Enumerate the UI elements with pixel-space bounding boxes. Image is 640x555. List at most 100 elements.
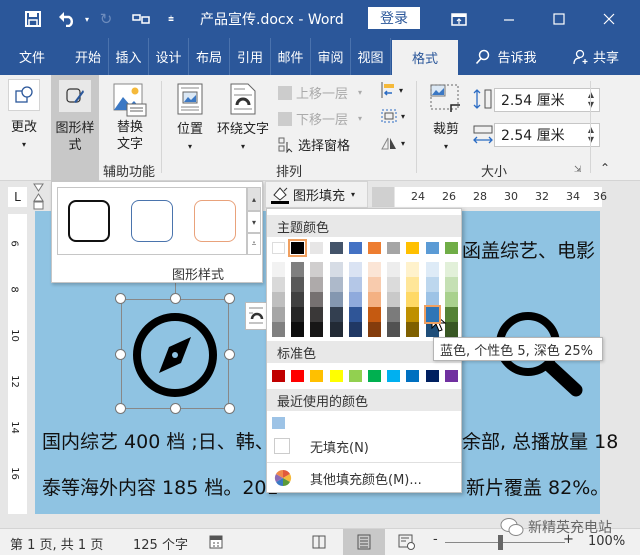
shape-fill-button[interactable]: 图形填充 ▾: [265, 181, 368, 208]
standard-color-swatch[interactable]: [272, 370, 285, 382]
theme-tint-swatch[interactable]: [425, 277, 439, 292]
theme-tint-swatch[interactable]: [348, 322, 362, 337]
zoom-out-button[interactable]: -: [433, 532, 438, 547]
touch-mode-icon[interactable]: [130, 8, 152, 30]
gallery-expand[interactable]: ⩡: [247, 233, 261, 255]
theme-tint-swatch[interactable]: [291, 307, 305, 322]
tab-review[interactable]: 审阅: [311, 38, 351, 75]
theme-tint-swatch[interactable]: [368, 262, 381, 277]
theme-tint-swatch[interactable]: [329, 292, 343, 307]
layout-options-button[interactable]: [245, 302, 267, 330]
shape-style-black-outline[interactable]: [68, 200, 110, 242]
theme-tint-swatch[interactable]: [310, 307, 324, 322]
standard-color-swatch[interactable]: [406, 370, 420, 382]
theme-tint-swatch[interactable]: [291, 277, 305, 292]
selection-pane-button[interactable]: 选择窗格: [278, 135, 350, 154]
theme-tint-swatch[interactable]: [272, 262, 285, 277]
size-dialog-launcher-icon[interactable]: ⇲: [574, 165, 582, 175]
resize-handle-e[interactable]: [224, 349, 235, 360]
no-fill-item[interactable]: 无填充(N): [267, 433, 461, 459]
word-count[interactable]: 125 个字: [133, 534, 188, 553]
recent-color-swatch[interactable]: [272, 417, 285, 429]
standard-color-swatch[interactable]: [291, 370, 305, 382]
theme-color-swatch[interactable]: [272, 242, 285, 254]
undo-icon[interactable]: [56, 8, 78, 30]
theme-tint-swatch[interactable]: [387, 277, 401, 292]
theme-tint-swatch[interactable]: [310, 262, 324, 277]
theme-tint-swatch[interactable]: [406, 262, 420, 277]
tab-mailings[interactable]: 邮件: [271, 38, 311, 75]
resize-handle-s[interactable]: [170, 403, 181, 414]
change-shape-button[interactable]: 更改 ▾: [6, 79, 42, 153]
theme-tint-swatch[interactable]: [329, 277, 343, 292]
theme-tint-swatch[interactable]: [425, 262, 439, 277]
theme-tint-swatch[interactable]: [291, 322, 305, 337]
tell-me-button[interactable]: 告诉我: [470, 38, 542, 75]
theme-color-swatch[interactable]: [288, 239, 308, 257]
wrap-text-button[interactable]: 环绕文字 ▾: [214, 83, 272, 155]
theme-tint-swatch[interactable]: [329, 322, 343, 337]
theme-tint-swatch[interactable]: [310, 277, 324, 292]
theme-color-swatch[interactable]: [329, 242, 343, 254]
tab-design[interactable]: 设计: [149, 38, 189, 75]
more-fill-colors-item[interactable]: 其他填充颜色(M)...: [267, 465, 461, 491]
theme-tint-swatch[interactable]: [423, 305, 441, 324]
align-button[interactable]: ▾: [380, 81, 403, 99]
standard-color-swatch[interactable]: [387, 370, 401, 382]
group-objects-button[interactable]: ▾: [380, 108, 405, 124]
collapse-ribbon-icon[interactable]: ⌃: [600, 161, 610, 175]
standard-color-swatch[interactable]: [444, 370, 458, 382]
minimize-icon[interactable]: [498, 8, 520, 30]
customize-qat-icon[interactable]: ⩧: [160, 8, 182, 30]
standard-color-swatch[interactable]: [425, 370, 439, 382]
shape-style-blue-outline[interactable]: [131, 200, 173, 242]
theme-color-swatch[interactable]: [406, 242, 420, 254]
vertical-ruler[interactable]: 6 8 10 12 14 16: [8, 214, 27, 514]
theme-tint-swatch[interactable]: [406, 277, 420, 292]
theme-tint-swatch[interactable]: [368, 322, 381, 337]
theme-tint-swatch[interactable]: [406, 307, 420, 322]
horizontal-ruler[interactable]: 24 26 28 30 32 34 36: [395, 187, 607, 207]
read-mode-icon[interactable]: [312, 534, 326, 550]
web-layout-icon[interactable]: [398, 534, 416, 550]
tab-format[interactable]: 格式: [392, 40, 458, 75]
theme-tint-swatch[interactable]: [348, 262, 362, 277]
tab-home[interactable]: 开始: [68, 38, 109, 75]
standard-color-swatch[interactable]: [368, 370, 381, 382]
redo-icon[interactable]: ↻: [95, 8, 117, 30]
theme-color-swatch[interactable]: [444, 242, 458, 254]
ribbon-display-icon[interactable]: [448, 8, 470, 30]
shape-style-orange-outline[interactable]: [194, 200, 236, 242]
theme-tint-swatch[interactable]: [310, 292, 324, 307]
proofing-icon[interactable]: [208, 534, 224, 550]
theme-tint-swatch[interactable]: [329, 262, 343, 277]
theme-color-swatch[interactable]: [425, 242, 439, 254]
theme-tint-swatch[interactable]: [387, 322, 401, 337]
position-button[interactable]: 位置 ▾: [172, 83, 208, 155]
theme-tint-swatch[interactable]: [348, 277, 362, 292]
gallery-scroll-down[interactable]: ▾: [247, 211, 261, 233]
theme-tint-swatch[interactable]: [310, 322, 324, 337]
theme-tint-swatch[interactable]: [387, 292, 401, 307]
theme-tint-swatch[interactable]: [368, 307, 381, 322]
theme-tint-swatch[interactable]: [348, 292, 362, 307]
theme-tint-swatch[interactable]: [272, 292, 285, 307]
resize-handle-w[interactable]: [115, 349, 126, 360]
resize-handle-ne[interactable]: [224, 293, 235, 304]
zoom-slider-thumb[interactable]: [498, 535, 503, 550]
tab-insert[interactable]: 插入: [109, 38, 149, 75]
theme-tint-swatch[interactable]: [425, 292, 439, 307]
shape-height-field[interactable]: 2.54 厘米 ▲▼: [494, 88, 600, 112]
theme-color-swatch[interactable]: [387, 242, 401, 254]
resize-handle-se[interactable]: [224, 403, 235, 414]
theme-tint-swatch[interactable]: [368, 292, 381, 307]
theme-tint-swatch[interactable]: [272, 277, 285, 292]
shape-styles-button[interactable]: 图形样 式: [51, 75, 99, 181]
theme-tint-swatch[interactable]: [348, 307, 362, 322]
theme-tint-swatch[interactable]: [406, 322, 420, 337]
theme-color-swatch[interactable]: [348, 242, 362, 254]
share-button[interactable]: 共享: [564, 38, 628, 75]
resize-handle-n[interactable]: [170, 293, 181, 304]
gallery-scroll-up[interactable]: ▴: [247, 187, 261, 211]
compass-icon[interactable]: [131, 311, 219, 399]
